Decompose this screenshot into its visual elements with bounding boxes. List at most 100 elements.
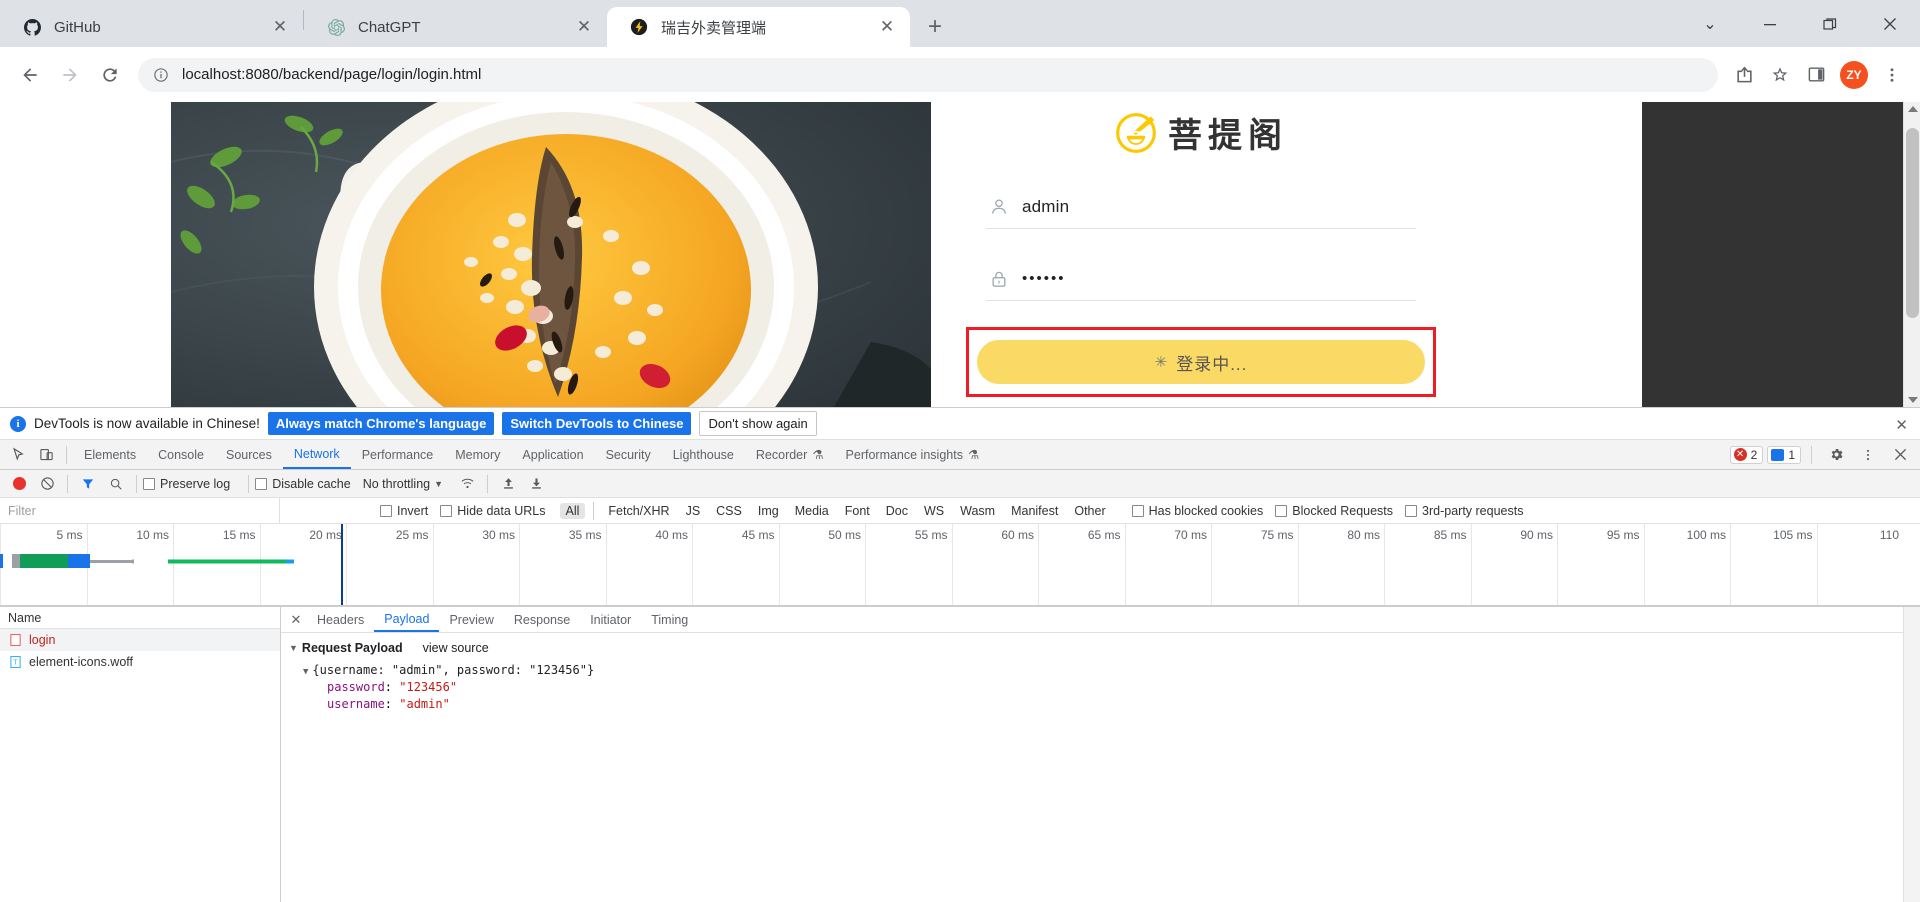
site-info-icon[interactable]: [152, 66, 170, 84]
tab-search-icon[interactable]: ⌄: [1680, 0, 1740, 47]
clear-icon[interactable]: [33, 470, 61, 498]
filter-type-all[interactable]: All: [559, 502, 586, 519]
error-icon: ✕: [1733, 448, 1747, 461]
switch-to-chinese-button[interactable]: Switch DevTools to Chinese: [502, 412, 692, 435]
detail-tab-headers[interactable]: Headers: [307, 607, 374, 632]
profile-avatar[interactable]: ZY: [1840, 60, 1868, 89]
inspect-element-icon[interactable]: [4, 441, 32, 469]
browser-tab-chatgpt[interactable]: ChatGPT ✕: [304, 7, 607, 47]
invert-checkbox[interactable]: Invert: [380, 504, 428, 518]
payload-summary-row[interactable]: ▼ {username: "admin", password: "123456"}: [303, 663, 1903, 677]
tab-strip: GitHub ✕ ChatGPT ✕ 瑞吉外卖管理端 ✕ + ⌄: [0, 0, 1920, 47]
tab-security[interactable]: Security: [595, 440, 662, 469]
tab-recorder[interactable]: Recorder ⚗: [745, 440, 835, 469]
network-overview-timeline[interactable]: 5 ms 10 ms 15 ms 20 ms 25 ms 30 ms 35 ms 40 ms 4…: [0, 524, 1920, 606]
scroll-down-arrow-icon[interactable]: [1908, 397, 1918, 403]
tab-performance[interactable]: Performance: [351, 440, 445, 469]
maximize-button[interactable]: [1800, 0, 1860, 47]
tab-memory[interactable]: Memory: [444, 440, 511, 469]
share-icon[interactable]: [1726, 57, 1762, 93]
minimize-button[interactable]: [1740, 0, 1800, 47]
preserve-log-checkbox[interactable]: Preserve log: [143, 477, 230, 491]
close-window-button[interactable]: [1860, 0, 1920, 47]
filter-type-ws[interactable]: WS: [918, 503, 950, 519]
devtools-close-icon[interactable]: [1886, 441, 1914, 469]
request-row-font[interactable]: T element-icons.woff: [0, 651, 280, 673]
filter-type-other[interactable]: Other: [1068, 503, 1111, 519]
filter-type-wasm[interactable]: Wasm: [954, 503, 1001, 519]
devtools-more-icon[interactable]: [1854, 441, 1882, 469]
detail-tab-timing[interactable]: Timing: [641, 607, 698, 632]
view-source-link[interactable]: view source: [423, 641, 489, 655]
tab-application[interactable]: Application: [511, 440, 594, 469]
chevron-down-icon[interactable]: ▼: [434, 479, 443, 489]
export-har-icon[interactable]: [522, 470, 550, 498]
funnel-icon[interactable]: [74, 470, 102, 498]
error-count-badge[interactable]: ✕ 2: [1729, 445, 1764, 464]
tab-close-button[interactable]: ✕: [876, 16, 898, 38]
tab-close-button[interactable]: ✕: [269, 16, 291, 38]
filter-type-manifest[interactable]: Manifest: [1005, 503, 1064, 519]
detail-tab-response[interactable]: Response: [504, 607, 580, 632]
scroll-up-arrow-icon[interactable]: [1908, 106, 1918, 112]
close-banner-icon[interactable]: ✕: [1895, 416, 1908, 434]
reload-button[interactable]: [90, 55, 130, 95]
blocked-requests-checkbox[interactable]: Blocked Requests: [1275, 504, 1393, 518]
has-blocked-cookies-checkbox[interactable]: Has blocked cookies: [1131, 504, 1263, 518]
username-field[interactable]: admin: [986, 187, 1416, 229]
gear-icon[interactable]: [1822, 441, 1850, 469]
network-conditions-icon[interactable]: [453, 470, 481, 498]
disclosure-triangle-icon[interactable]: ▼: [303, 667, 308, 677]
forward-button[interactable]: [50, 55, 90, 95]
tab-elements[interactable]: Elements: [73, 440, 147, 469]
detail-tab-preview[interactable]: Preview: [439, 607, 503, 632]
tab-lighthouse[interactable]: Lighthouse: [662, 440, 745, 469]
login-submit-button[interactable]: ✳ 登录中...: [977, 340, 1425, 384]
browser-tab-github[interactable]: GitHub ✕: [0, 7, 303, 47]
back-button[interactable]: [10, 55, 50, 95]
tab-console[interactable]: Console: [147, 440, 215, 469]
new-tab-button[interactable]: +: [918, 10, 952, 44]
request-row-login[interactable]: login: [0, 629, 280, 651]
request-payload-section[interactable]: ▼ Request Payload view source: [289, 641, 1903, 655]
disable-cache-checkbox[interactable]: Disable cache: [255, 477, 351, 491]
payload-entry-password: password: "123456": [327, 680, 1903, 694]
tab-performance-insights[interactable]: Performance insights ⚗: [835, 440, 991, 469]
bookmark-star-icon[interactable]: [1762, 57, 1798, 93]
browser-tab-ruiji[interactable]: 瑞吉外卖管理端 ✕: [607, 7, 910, 47]
filter-type-img[interactable]: Img: [752, 503, 785, 519]
filter-type-font[interactable]: Font: [839, 503, 876, 519]
payload-colon: :: [384, 680, 400, 694]
filter-input[interactable]: Filter: [0, 497, 280, 524]
address-bar[interactable]: localhost:8080/backend/page/login/login.…: [138, 57, 1718, 92]
message-count-badge[interactable]: 1: [1767, 445, 1801, 464]
filter-type-doc[interactable]: Doc: [880, 503, 914, 519]
third-party-requests-checkbox[interactable]: 3rd-party requests: [1405, 504, 1523, 518]
filter-type-css[interactable]: CSS: [710, 503, 748, 519]
tab-close-button[interactable]: ✕: [573, 16, 595, 38]
throttling-select[interactable]: No throttling: [363, 477, 430, 491]
hide-data-urls-checkbox[interactable]: Hide data URLs: [440, 504, 546, 518]
detail-tab-payload[interactable]: Payload: [374, 607, 440, 632]
record-icon[interactable]: [13, 477, 26, 490]
search-icon[interactable]: [102, 470, 130, 498]
tab-sources[interactable]: Sources: [215, 440, 283, 469]
close-detail-icon[interactable]: ✕: [285, 612, 307, 628]
detail-tab-initiator[interactable]: Initiator: [580, 607, 641, 632]
disclosure-triangle-icon[interactable]: ▼: [289, 643, 298, 653]
filter-type-fetch-xhr[interactable]: Fetch/XHR: [602, 503, 675, 519]
timeline-marker: [341, 524, 343, 605]
password-field[interactable]: ••••••: [986, 259, 1416, 301]
filter-type-media[interactable]: Media: [789, 503, 835, 519]
kebab-menu-icon[interactable]: [1874, 57, 1910, 93]
side-panel-icon[interactable]: [1798, 57, 1834, 93]
toolbar-divider: [248, 474, 250, 493]
tab-network[interactable]: Network: [282, 440, 351, 469]
scrollbar-thumb[interactable]: [1906, 128, 1919, 318]
always-match-language-button[interactable]: Always match Chrome's language: [267, 412, 495, 435]
dont-show-again-button[interactable]: Don't show again: [699, 411, 817, 436]
page-scrollbar[interactable]: [1903, 102, 1920, 407]
device-toolbar-icon[interactable]: [32, 441, 60, 469]
filter-type-js[interactable]: JS: [680, 503, 707, 519]
import-har-icon[interactable]: [494, 470, 522, 498]
